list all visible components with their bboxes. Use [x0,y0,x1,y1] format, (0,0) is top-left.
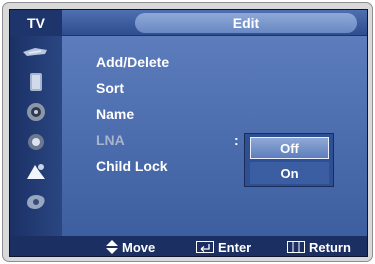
edit-menu: Add/Delete Sort Name LNA Child Lock : Of… [62,36,367,236]
footer-return-label: Return [309,239,351,255]
picture-icon[interactable] [18,40,54,64]
setup-icon[interactable] [18,130,54,154]
application-icon[interactable] [18,190,54,214]
osd-screen: TV Edit Add/Delete Sort Name LNA Child L… [9,9,368,257]
tv-tab[interactable]: TV [10,10,62,36]
footer-return: Return [287,236,351,256]
menu-item-add-delete[interactable]: Add/Delete [96,52,169,72]
footer-enter: Enter [196,236,252,256]
up-down-arrow-icon [106,240,118,254]
option-off[interactable]: Off [250,137,329,159]
lna-dropdown[interactable]: Off On [244,133,334,187]
page-title: Edit [135,13,357,33]
option-on[interactable]: On [250,162,329,184]
footer-move-label: Move [122,239,156,255]
menu-item-lna: LNA [96,132,125,148]
channel-icon[interactable] [18,100,54,124]
tv-frame: TV Edit Add/Delete Sort Name LNA Child L… [2,2,373,262]
sidebar [10,36,62,236]
menu-item-name[interactable]: Name [96,104,134,124]
menu-item-child-lock[interactable]: Child Lock [96,156,168,176]
footer-move: Move [106,236,156,256]
input-icon[interactable] [18,160,54,184]
menu-item-sort[interactable]: Sort [96,78,124,98]
footer-help-bar: Move Enter Return [10,236,367,256]
footer-enter-label: Enter [218,239,252,255]
option-separator: : [234,132,239,148]
header-bar: TV Edit [10,10,367,36]
sound-icon[interactable] [18,70,54,94]
return-icon [287,241,305,253]
enter-icon [196,241,214,253]
